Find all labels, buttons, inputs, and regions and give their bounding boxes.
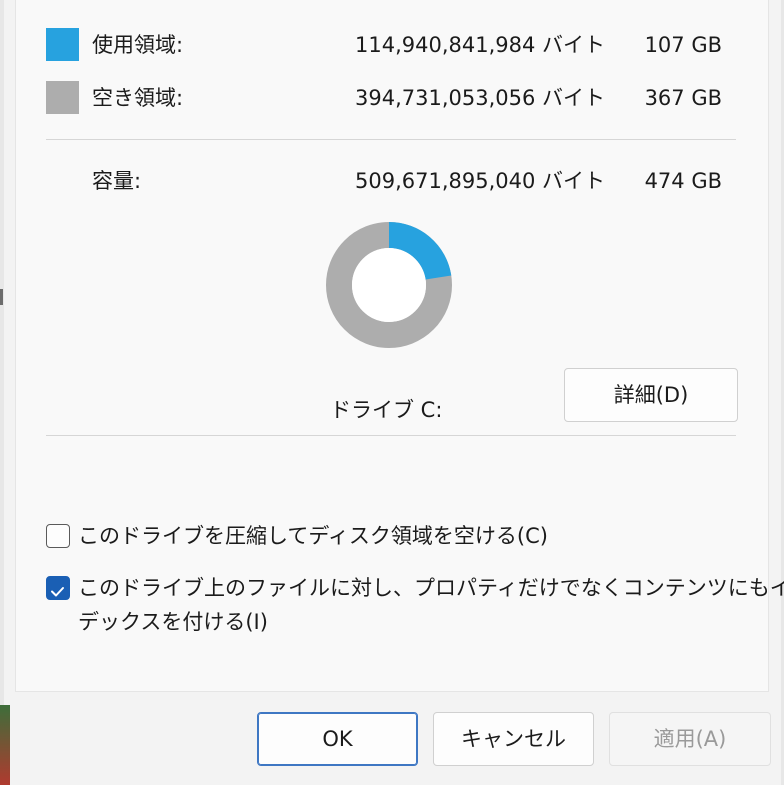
free-space-bytes: 394,731,053,056 バイト — [355, 86, 606, 110]
compress-drive-option[interactable]: このドライブを圧縮してディスク領域を空ける(C) — [46, 518, 746, 554]
used-space-color-swatch — [46, 28, 79, 61]
capacity-row: 容量: 509,671,895,040 バイト 474 GB — [0, 163, 784, 199]
free-space-color-swatch — [46, 81, 79, 114]
capacity-bytes: 509,671,895,040 バイト — [355, 169, 606, 193]
disk-usage-donut-chart — [326, 222, 452, 348]
capacity-label: 容量: — [92, 169, 142, 193]
free-space-row: 空き領域: 394,731,053,056 バイト 367 GB — [0, 80, 784, 116]
drive-label: ドライブ C: — [330, 398, 443, 422]
index-contents-option[interactable]: このドライブ上のファイルに対し、プロパティだけでなくコンテンツにもイン デックス… — [46, 570, 784, 642]
free-space-gb: 367 GB — [644, 86, 722, 110]
details-button[interactable]: 詳細(D) — [564, 368, 738, 422]
divider-top — [46, 139, 736, 140]
used-space-bytes: 114,940,841,984 バイト — [355, 33, 606, 57]
used-space-gb: 107 GB — [644, 33, 722, 57]
index-contents-checkbox[interactable] — [46, 576, 70, 600]
index-contents-label-line1[interactable]: このドライブ上のファイルに対し、プロパティだけでなくコンテンツにもイン — [78, 570, 784, 606]
compress-drive-checkbox[interactable] — [46, 524, 70, 548]
used-space-label: 使用領域: — [92, 33, 184, 57]
used-space-row: 使用領域: 114,940,841,984 バイト 107 GB — [0, 27, 784, 63]
index-contents-label-line2[interactable]: デックスを付ける(I) — [78, 604, 268, 640]
capacity-gb: 474 GB — [644, 169, 722, 193]
cancel-button[interactable]: キャンセル — [433, 712, 594, 766]
desktop-background-strip — [0, 705, 10, 785]
compress-drive-label[interactable]: このドライブを圧縮してディスク領域を空ける(C) — [78, 518, 548, 554]
apply-button[interactable]: 適用(A) — [609, 712, 771, 766]
drive-properties-window: 使用領域: 114,940,841,984 バイト 107 GB 空き領域: 3… — [0, 0, 784, 785]
background-window-edge — [0, 0, 4, 785]
background-window-marker — [0, 289, 3, 305]
checkmark-icon — [51, 587, 64, 597]
divider-bottom — [46, 435, 736, 436]
ok-button[interactable]: OK — [257, 712, 418, 766]
donut-hole — [352, 248, 426, 322]
free-space-label: 空き領域: — [92, 86, 184, 110]
